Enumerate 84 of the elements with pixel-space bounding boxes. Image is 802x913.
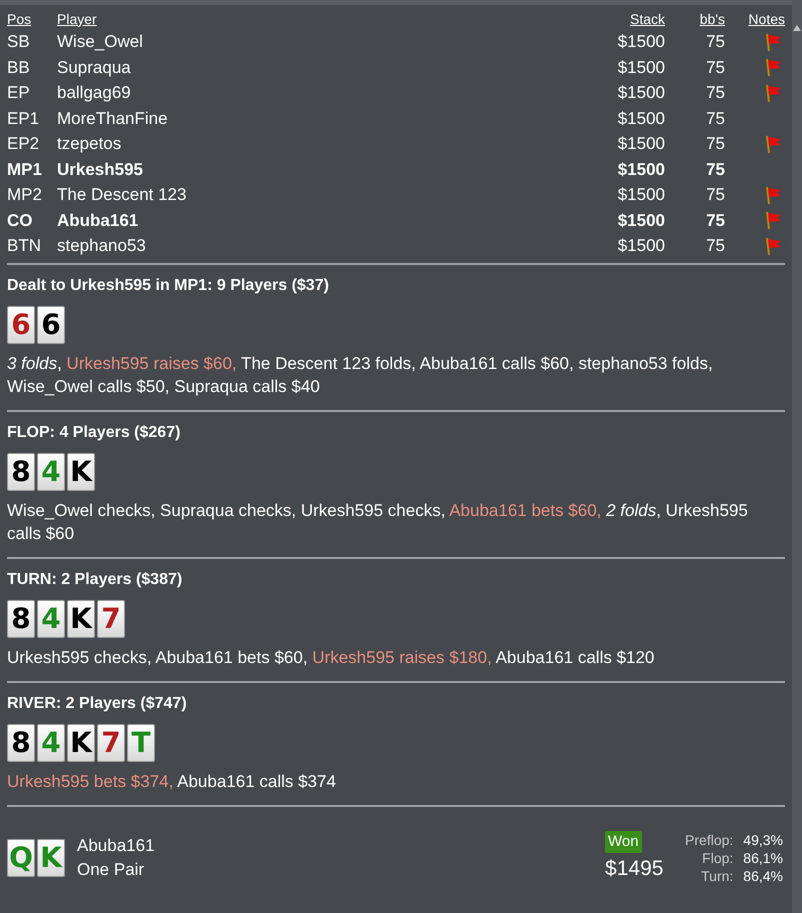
table-cell-text: Supraqua — [57, 56, 132, 78]
playing-card: K — [67, 600, 95, 638]
playing-card: 7 — [97, 724, 125, 762]
table-cell-text: $1500 — [616, 133, 665, 155]
table-cell-text: $1500 — [616, 210, 665, 232]
table-cell-text: SB — [7, 31, 31, 53]
table-cell-text: $1500 — [616, 235, 665, 257]
table-cell-text: EP2 — [7, 133, 40, 155]
scrollbar[interactable] — [792, 0, 802, 913]
table-cell-text: The Descent 123 — [57, 184, 188, 206]
flag-icon[interactable] — [763, 134, 783, 154]
equity-label: Turn: — [700, 866, 734, 884]
flag-icon[interactable] — [763, 236, 783, 256]
table-cell-text: $1500 — [616, 31, 665, 53]
playing-card: K — [67, 452, 95, 490]
playing-card: 8 — [7, 600, 35, 638]
column-header[interactable]: Notes — [725, 8, 785, 30]
table-cell-text: Abuba161 — [57, 210, 140, 232]
table-cell-text: Wise_Owel — [57, 31, 144, 53]
table-cell-text: 75 — [705, 133, 725, 155]
action-text: Urkesh595 checks, Abuba161 bets $60, Urkesh595 raises $180, Abuba161 calls $120 — [7, 646, 656, 668]
table-cell-text: stephano53 — [57, 235, 147, 257]
street-title: TURN: 2 Players ($387) — [7, 570, 184, 590]
table-cell-text: 75 — [705, 108, 725, 130]
playing-card: 7 — [97, 600, 125, 638]
table-cell-text: $1500 — [616, 82, 665, 104]
playing-card: 4 — [37, 452, 65, 490]
playing-card: K — [67, 724, 95, 762]
column-header[interactable]: Stack — [585, 8, 665, 30]
won-badge: Won — [605, 830, 642, 853]
table-cell-text: $1500 — [616, 56, 665, 78]
table-cell-text: BTN — [7, 235, 42, 257]
column-header[interactable]: Pos — [7, 8, 57, 30]
table-cell-text: 75 — [705, 235, 725, 257]
table-cell-text: $1500 — [616, 184, 665, 206]
table-cell-text: 75 — [705, 210, 725, 232]
playing-card: 8 — [7, 724, 35, 762]
street-title: RIVER: 2 Players ($747) — [7, 694, 188, 714]
playing-card: K — [37, 838, 65, 876]
equity-label: Preflop: — [685, 830, 734, 848]
playing-card: 6 — [7, 306, 35, 344]
equity-value: 49,3% — [743, 830, 783, 848]
hand-name: One Pair — [77, 858, 146, 880]
playing-card: 4 — [37, 724, 65, 762]
table-cell-text: BB — [7, 56, 31, 78]
playing-card: 4 — [37, 600, 65, 638]
flag-icon[interactable] — [763, 82, 783, 103]
action-text: Urkesh595 bets $374, Abuba161 calls $374 — [7, 770, 337, 792]
flag-icon[interactable] — [763, 210, 783, 230]
equity-value: 86,1% — [743, 848, 783, 866]
playing-card: T — [127, 724, 155, 762]
flag-icon[interactable] — [763, 32, 783, 52]
table-cell-text: 75 — [705, 56, 725, 78]
column-header[interactable]: Player — [57, 8, 585, 30]
table-cell-text: 75 — [705, 184, 725, 206]
flag-icon[interactable] — [763, 184, 783, 205]
action-text: 3 folds, Urkesh595 raises $60, The Descent 123 folds, Abuba161 calls $60, stephano53 folds, Wise_Owel calls $50, Supraqua calls $40 — [7, 352, 714, 398]
equity-value: 86,4% — [743, 866, 783, 884]
scroll-up-icon[interactable] — [793, 24, 801, 32]
table-cell-text: MoreThanFine — [57, 108, 169, 130]
equity-label: Flop: — [701, 848, 734, 866]
table-cell-text: 75 — [705, 31, 725, 53]
table-cell-text: 75 — [705, 158, 725, 180]
won-amount: $1495 — [605, 856, 664, 882]
table-cell-text: EP — [7, 82, 31, 104]
street-title: FLOP: 4 Players ($267) — [7, 422, 182, 442]
table-cell-text: CO — [7, 210, 34, 232]
playing-card: 6 — [37, 306, 65, 344]
table-cell-text: tzepetos — [57, 133, 122, 155]
table-cell-text: $1500 — [616, 108, 665, 130]
playing-card: Q — [7, 838, 35, 876]
street-title: Dealt to Urkesh595 in MP1: 9 Players ($37) — [7, 276, 330, 296]
table-cell-text: MP2 — [7, 184, 43, 206]
player-name: Abuba161 — [77, 834, 156, 856]
table-cell-text: Urkesh595 — [57, 158, 144, 180]
table-cell-text: EP1 — [7, 108, 40, 130]
playing-card: 8 — [7, 452, 35, 490]
table-cell-text: $1500 — [616, 158, 665, 180]
column-header[interactable]: bb's — [665, 8, 725, 30]
table-cell-text: ballgag69 — [57, 82, 132, 104]
action-text: Wise_Owel checks, Supraqua checks, Urkesh595 checks, Abuba161 bets $60, 2 folds, Urkesh595 calls $60 — [7, 500, 749, 544]
table-cell-text: MP1 — [7, 158, 43, 180]
flag-icon[interactable] — [763, 57, 783, 78]
table-cell-text: 75 — [705, 82, 725, 104]
